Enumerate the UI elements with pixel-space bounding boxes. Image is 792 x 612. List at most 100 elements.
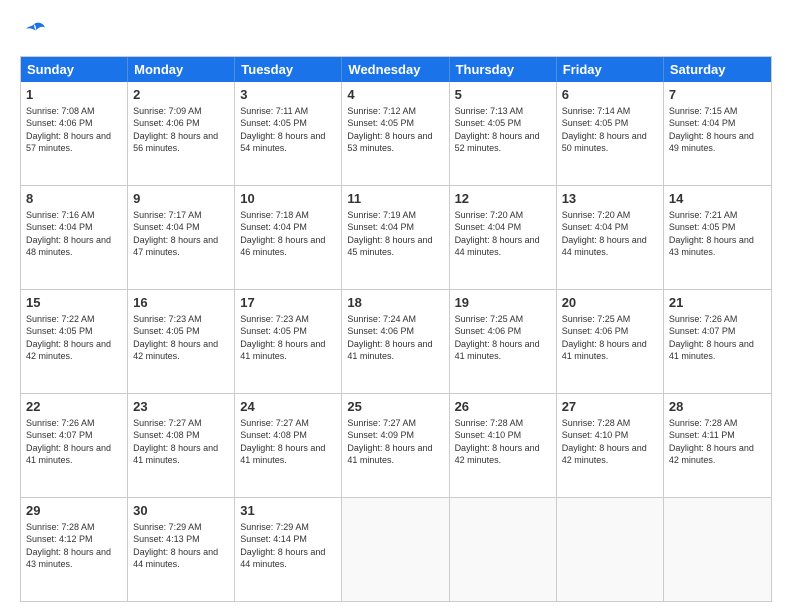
calendar-cell: 6Sunrise: 7:14 AMSunset: 4:05 PMDaylight… <box>557 82 664 185</box>
calendar-cell: 14Sunrise: 7:21 AMSunset: 4:05 PMDayligh… <box>664 186 771 289</box>
day-number: 8 <box>26 190 122 208</box>
calendar-cell: 2Sunrise: 7:09 AMSunset: 4:06 PMDaylight… <box>128 82 235 185</box>
calendar-cell: 25Sunrise: 7:27 AMSunset: 4:09 PMDayligh… <box>342 394 449 497</box>
cell-info: Sunrise: 7:27 AMSunset: 4:08 PMDaylight:… <box>133 417 229 467</box>
day-number: 24 <box>240 398 336 416</box>
cell-info: Sunrise: 7:29 AMSunset: 4:14 PMDaylight:… <box>240 521 336 571</box>
calendar-cell: 5Sunrise: 7:13 AMSunset: 4:05 PMDaylight… <box>450 82 557 185</box>
day-number: 15 <box>26 294 122 312</box>
calendar-cell: 24Sunrise: 7:27 AMSunset: 4:08 PMDayligh… <box>235 394 342 497</box>
header-tuesday: Tuesday <box>235 57 342 82</box>
calendar-cell: 28Sunrise: 7:28 AMSunset: 4:11 PMDayligh… <box>664 394 771 497</box>
cell-info: Sunrise: 7:16 AMSunset: 4:04 PMDaylight:… <box>26 209 122 259</box>
calendar-cell: 17Sunrise: 7:23 AMSunset: 4:05 PMDayligh… <box>235 290 342 393</box>
day-number: 25 <box>347 398 443 416</box>
calendar-cell: 20Sunrise: 7:25 AMSunset: 4:06 PMDayligh… <box>557 290 664 393</box>
header-saturday: Saturday <box>664 57 771 82</box>
cell-info: Sunrise: 7:27 AMSunset: 4:08 PMDaylight:… <box>240 417 336 467</box>
cell-info: Sunrise: 7:26 AMSunset: 4:07 PMDaylight:… <box>26 417 122 467</box>
day-number: 6 <box>562 86 658 104</box>
cell-info: Sunrise: 7:20 AMSunset: 4:04 PMDaylight:… <box>455 209 551 259</box>
cell-info: Sunrise: 7:27 AMSunset: 4:09 PMDaylight:… <box>347 417 443 467</box>
calendar-header: Sunday Monday Tuesday Wednesday Thursday… <box>21 57 771 82</box>
calendar-cell: 18Sunrise: 7:24 AMSunset: 4:06 PMDayligh… <box>342 290 449 393</box>
day-number: 16 <box>133 294 229 312</box>
cell-info: Sunrise: 7:13 AMSunset: 4:05 PMDaylight:… <box>455 105 551 155</box>
calendar-cell: 26Sunrise: 7:28 AMSunset: 4:10 PMDayligh… <box>450 394 557 497</box>
calendar-cell <box>557 498 664 601</box>
header <box>20 18 772 46</box>
cell-info: Sunrise: 7:21 AMSunset: 4:05 PMDaylight:… <box>669 209 766 259</box>
cell-info: Sunrise: 7:24 AMSunset: 4:06 PMDaylight:… <box>347 313 443 363</box>
header-sunday: Sunday <box>21 57 128 82</box>
calendar-cell <box>450 498 557 601</box>
cell-info: Sunrise: 7:22 AMSunset: 4:05 PMDaylight:… <box>26 313 122 363</box>
day-number: 2 <box>133 86 229 104</box>
cell-info: Sunrise: 7:28 AMSunset: 4:10 PMDaylight:… <box>455 417 551 467</box>
day-number: 4 <box>347 86 443 104</box>
header-thursday: Thursday <box>450 57 557 82</box>
calendar-body: 1Sunrise: 7:08 AMSunset: 4:06 PMDaylight… <box>21 82 771 601</box>
calendar-row-2: 8Sunrise: 7:16 AMSunset: 4:04 PMDaylight… <box>21 185 771 289</box>
logo-bird-icon <box>20 18 48 46</box>
cell-info: Sunrise: 7:19 AMSunset: 4:04 PMDaylight:… <box>347 209 443 259</box>
day-number: 31 <box>240 502 336 520</box>
calendar-cell: 1Sunrise: 7:08 AMSunset: 4:06 PMDaylight… <box>21 82 128 185</box>
calendar-cell: 10Sunrise: 7:18 AMSunset: 4:04 PMDayligh… <box>235 186 342 289</box>
calendar-cell: 8Sunrise: 7:16 AMSunset: 4:04 PMDaylight… <box>21 186 128 289</box>
day-number: 9 <box>133 190 229 208</box>
cell-info: Sunrise: 7:14 AMSunset: 4:05 PMDaylight:… <box>562 105 658 155</box>
day-number: 14 <box>669 190 766 208</box>
header-monday: Monday <box>128 57 235 82</box>
cell-info: Sunrise: 7:28 AMSunset: 4:12 PMDaylight:… <box>26 521 122 571</box>
cell-info: Sunrise: 7:25 AMSunset: 4:06 PMDaylight:… <box>562 313 658 363</box>
cell-info: Sunrise: 7:23 AMSunset: 4:05 PMDaylight:… <box>240 313 336 363</box>
day-number: 19 <box>455 294 551 312</box>
cell-info: Sunrise: 7:28 AMSunset: 4:11 PMDaylight:… <box>669 417 766 467</box>
calendar: Sunday Monday Tuesday Wednesday Thursday… <box>20 56 772 602</box>
calendar-cell: 3Sunrise: 7:11 AMSunset: 4:05 PMDaylight… <box>235 82 342 185</box>
header-friday: Friday <box>557 57 664 82</box>
cell-info: Sunrise: 7:20 AMSunset: 4:04 PMDaylight:… <box>562 209 658 259</box>
cell-info: Sunrise: 7:26 AMSunset: 4:07 PMDaylight:… <box>669 313 766 363</box>
cell-info: Sunrise: 7:18 AMSunset: 4:04 PMDaylight:… <box>240 209 336 259</box>
cell-info: Sunrise: 7:25 AMSunset: 4:06 PMDaylight:… <box>455 313 551 363</box>
day-number: 11 <box>347 190 443 208</box>
cell-info: Sunrise: 7:29 AMSunset: 4:13 PMDaylight:… <box>133 521 229 571</box>
calendar-cell <box>342 498 449 601</box>
calendar-cell: 19Sunrise: 7:25 AMSunset: 4:06 PMDayligh… <box>450 290 557 393</box>
calendar-cell: 7Sunrise: 7:15 AMSunset: 4:04 PMDaylight… <box>664 82 771 185</box>
calendar-cell: 29Sunrise: 7:28 AMSunset: 4:12 PMDayligh… <box>21 498 128 601</box>
day-number: 18 <box>347 294 443 312</box>
day-number: 26 <box>455 398 551 416</box>
calendar-cell: 27Sunrise: 7:28 AMSunset: 4:10 PMDayligh… <box>557 394 664 497</box>
cell-info: Sunrise: 7:11 AMSunset: 4:05 PMDaylight:… <box>240 105 336 155</box>
header-wednesday: Wednesday <box>342 57 449 82</box>
day-number: 10 <box>240 190 336 208</box>
day-number: 27 <box>562 398 658 416</box>
day-number: 12 <box>455 190 551 208</box>
calendar-cell: 11Sunrise: 7:19 AMSunset: 4:04 PMDayligh… <box>342 186 449 289</box>
day-number: 20 <box>562 294 658 312</box>
day-number: 21 <box>669 294 766 312</box>
day-number: 13 <box>562 190 658 208</box>
day-number: 7 <box>669 86 766 104</box>
calendar-cell: 12Sunrise: 7:20 AMSunset: 4:04 PMDayligh… <box>450 186 557 289</box>
day-number: 29 <box>26 502 122 520</box>
calendar-cell: 16Sunrise: 7:23 AMSunset: 4:05 PMDayligh… <box>128 290 235 393</box>
day-number: 17 <box>240 294 336 312</box>
calendar-cell: 13Sunrise: 7:20 AMSunset: 4:04 PMDayligh… <box>557 186 664 289</box>
calendar-cell: 15Sunrise: 7:22 AMSunset: 4:05 PMDayligh… <box>21 290 128 393</box>
day-number: 28 <box>669 398 766 416</box>
calendar-cell: 9Sunrise: 7:17 AMSunset: 4:04 PMDaylight… <box>128 186 235 289</box>
day-number: 1 <box>26 86 122 104</box>
cell-info: Sunrise: 7:17 AMSunset: 4:04 PMDaylight:… <box>133 209 229 259</box>
day-number: 22 <box>26 398 122 416</box>
cell-info: Sunrise: 7:12 AMSunset: 4:05 PMDaylight:… <box>347 105 443 155</box>
calendar-cell: 23Sunrise: 7:27 AMSunset: 4:08 PMDayligh… <box>128 394 235 497</box>
calendar-cell <box>664 498 771 601</box>
calendar-cell: 4Sunrise: 7:12 AMSunset: 4:05 PMDaylight… <box>342 82 449 185</box>
cell-info: Sunrise: 7:15 AMSunset: 4:04 PMDaylight:… <box>669 105 766 155</box>
calendar-cell: 22Sunrise: 7:26 AMSunset: 4:07 PMDayligh… <box>21 394 128 497</box>
calendar-cell: 30Sunrise: 7:29 AMSunset: 4:13 PMDayligh… <box>128 498 235 601</box>
